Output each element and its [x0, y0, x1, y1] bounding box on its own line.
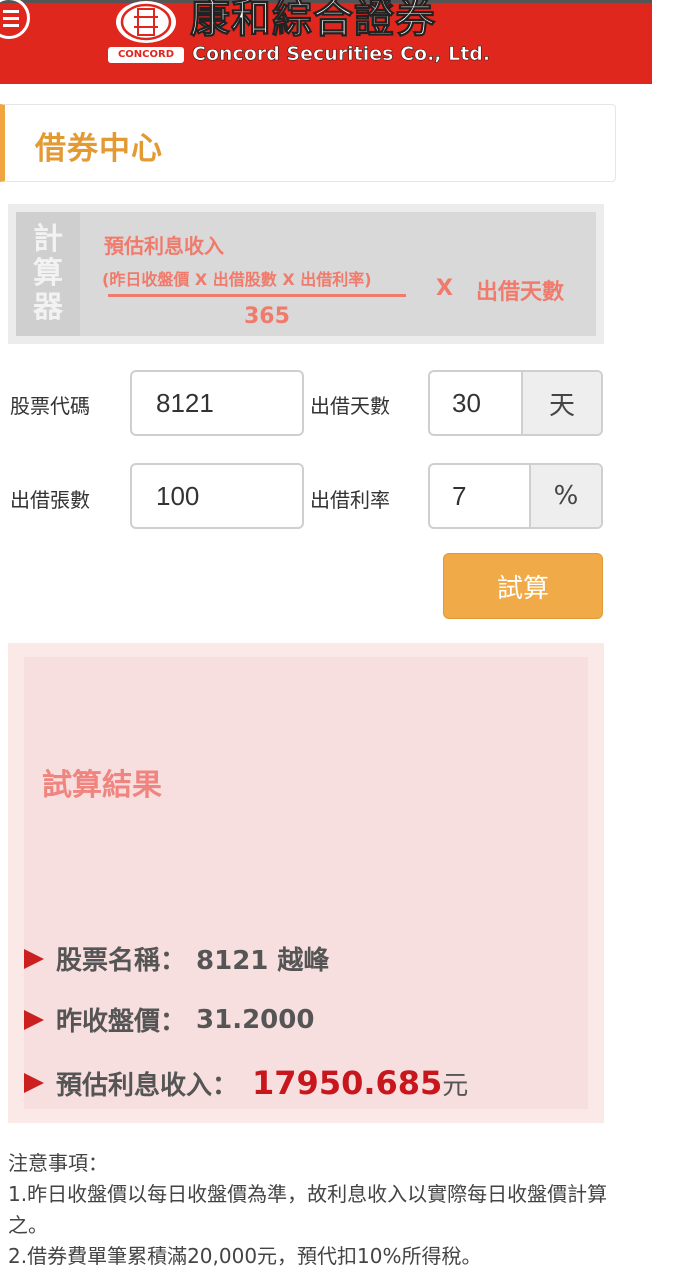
- result-prev-close-row: 昨收盤價： 31.2000: [24, 1001, 314, 1038]
- menu-icon[interactable]: [0, 0, 30, 39]
- arrow-right-icon: [24, 948, 44, 969]
- formula-numerator: (昨日收盤價 X 出借股數 X 出借利率): [102, 270, 372, 289]
- page-title-card: 借券中心: [0, 104, 616, 182]
- result-income-unit: 元: [442, 1070, 469, 1101]
- formula-denominator: 365: [244, 304, 290, 329]
- calculator-char: 算: [33, 256, 63, 291]
- stock-code-label: 股票代碼: [10, 394, 90, 418]
- stock-code-input[interactable]: [130, 370, 304, 436]
- arrow-right-icon: [24, 1009, 44, 1030]
- result-prev-close-label: 昨收盤價：: [56, 1007, 187, 1037]
- lend-rate-group: %: [428, 463, 603, 529]
- lend-rate-input[interactable]: [430, 465, 532, 527]
- formula-times: X: [436, 276, 453, 301]
- notes-title: 注意事項：: [8, 1151, 108, 1175]
- formula-panel: 計 算 器 預估利息收入 (昨日收盤價 X 出借股數 X 出借利率) 365 X…: [16, 212, 596, 336]
- lend-days-label: 出借天數: [310, 394, 390, 418]
- result-panel: [8, 643, 604, 1123]
- result-title: 試算結果: [42, 768, 162, 803]
- lend-sheets-input[interactable]: [130, 463, 304, 529]
- calculate-button[interactable]: 試算: [443, 553, 603, 619]
- app-header: CONCORD 康和綜合證券 Concord Securities Co., L…: [0, 0, 652, 84]
- result-income-label: 預估利息收入：: [56, 1070, 239, 1101]
- logo-chinese-name: 康和綜合證券: [190, 0, 436, 42]
- notes-item: 2.借券費單筆累積滿20,000元，預代扣10%所得稅。: [8, 1244, 482, 1268]
- lend-days-unit: 天: [521, 372, 601, 434]
- arrow-right-icon: [24, 1073, 44, 1093]
- logo-english-name: Concord Securities Co., Ltd.: [192, 43, 491, 66]
- result-inner-panel: [24, 657, 588, 1109]
- calculator-char: 計: [33, 222, 63, 257]
- result-income-value: 17950.685: [252, 1064, 443, 1102]
- formula-box: 計 算 器 預估利息收入 (昨日收盤價 X 出借股數 X 出借利率) 365 X…: [8, 204, 604, 344]
- logo-small-text: CONCORD: [108, 47, 184, 63]
- lend-rate-unit: %: [529, 465, 601, 527]
- concord-logo-icon: [116, 1, 176, 43]
- result-stock-name-label: 股票名稱：: [56, 946, 187, 976]
- result-stock-name-value: 8121 越峰: [196, 946, 330, 976]
- lend-sheets-label: 出借張數: [10, 488, 90, 512]
- lend-days-group: 天: [428, 370, 603, 436]
- notes-section: 注意事項： 1.昨日收盤價以每日收盤價為準，故利息收入以實際每日收盤價計算之。 …: [8, 1148, 608, 1272]
- formula-days: 出借天數: [476, 280, 565, 305]
- lend-rate-label: 出借利率: [310, 488, 390, 512]
- formula-fraction-line: [108, 294, 406, 297]
- page-title: 借券中心: [35, 131, 163, 167]
- result-stock-name-row: 股票名稱： 8121 越峰: [24, 940, 329, 977]
- result-prev-close-value: 31.2000: [196, 1004, 315, 1035]
- notes-item: 1.昨日收盤價以每日收盤價為準，故利息收入以實際每日收盤價計算之。: [8, 1182, 608, 1237]
- calculator-char: 器: [33, 290, 63, 325]
- lend-days-input[interactable]: [430, 372, 524, 434]
- formula-label: 預估利息收入: [104, 234, 224, 258]
- result-income-row: 預估利息收入： 17950.685 元: [24, 1064, 468, 1102]
- calculator-label: 計 算 器: [16, 212, 80, 336]
